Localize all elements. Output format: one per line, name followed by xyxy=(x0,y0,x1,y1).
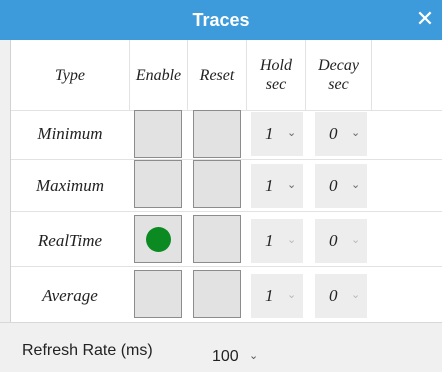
decay-dropdown-realtime[interactable]: 0 ⌄ xyxy=(315,219,367,263)
chevron-down-icon: ⌄ xyxy=(287,288,297,301)
enable-checkbox-minimum[interactable] xyxy=(134,110,182,158)
left-gutter xyxy=(0,40,11,322)
chevron-down-icon: ⌄ xyxy=(351,178,361,191)
enable-checkbox-realtime[interactable] xyxy=(134,215,182,263)
decay-value: 0 xyxy=(329,286,338,305)
row-label-minimum: Minimum xyxy=(37,124,103,143)
chevron-down-icon: ⌄ xyxy=(287,233,297,246)
chevron-down-icon: ⌄ xyxy=(287,178,297,191)
reset-checkbox-minimum[interactable] xyxy=(193,110,241,158)
header-divider xyxy=(129,40,130,110)
reset-checkbox-realtime[interactable] xyxy=(193,215,241,263)
header-hold: Hold sec xyxy=(247,40,305,110)
row-divider xyxy=(11,211,442,212)
header-reset: Reset xyxy=(199,66,235,84)
decay-value: 0 xyxy=(329,176,338,195)
enable-checkbox-average[interactable] xyxy=(134,270,182,318)
header-divider xyxy=(371,40,372,110)
row-divider xyxy=(11,266,442,267)
reset-checkbox-average[interactable] xyxy=(193,270,241,318)
window-title: Traces xyxy=(192,10,250,30)
decay-dropdown-maximum[interactable]: 0 ⌄ xyxy=(315,164,367,208)
traces-table: Type Enable Reset Hold sec Decay sec Min… xyxy=(11,40,442,322)
chevron-down-icon: ⌄ xyxy=(351,126,361,139)
refresh-rate-label: Refresh Rate (ms) xyxy=(22,342,153,359)
hold-dropdown-minimum[interactable]: 1 ⌄ xyxy=(251,112,303,156)
decay-dropdown-minimum[interactable]: 0 ⌄ xyxy=(315,112,367,156)
footer-bar: Refresh Rate (ms) 100 ⌄ xyxy=(0,322,442,372)
chevron-down-icon: ⌄ xyxy=(287,126,297,139)
hold-value: 1 xyxy=(265,124,274,143)
header-decay-line2: sec xyxy=(328,76,349,93)
close-icon[interactable]: ✕ xyxy=(408,0,442,40)
chevron-down-icon: ⌄ xyxy=(351,288,361,301)
header-divider xyxy=(187,40,188,110)
header-decay: Decay sec xyxy=(306,40,371,110)
decay-dropdown-average[interactable]: 0 ⌄ xyxy=(315,274,367,318)
enable-checkbox-maximum[interactable] xyxy=(134,160,182,208)
hold-dropdown-maximum[interactable]: 1 ⌄ xyxy=(251,164,303,208)
chevron-down-icon: ⌄ xyxy=(351,233,361,246)
reset-checkbox-maximum[interactable] xyxy=(193,160,241,208)
header-enable: Enable xyxy=(135,66,182,84)
header-type: Type xyxy=(55,66,85,84)
hold-value: 1 xyxy=(265,286,274,305)
chevron-down-icon: ⌄ xyxy=(249,349,259,362)
hold-dropdown-average[interactable]: 1 ⌄ xyxy=(251,274,303,318)
decay-value: 0 xyxy=(329,231,338,250)
row-label-realtime: RealTime xyxy=(37,231,103,250)
row-label-average: Average xyxy=(42,286,98,305)
decay-value: 0 xyxy=(329,124,338,143)
header-divider xyxy=(305,40,306,110)
header-divider xyxy=(246,40,247,110)
header-hold-line2: sec xyxy=(265,76,287,93)
header-decay-line1: Decay xyxy=(318,57,359,74)
row-label-maximum: Maximum xyxy=(36,176,104,195)
title-bar: Traces ✕ xyxy=(0,0,442,40)
hold-value: 1 xyxy=(265,176,274,195)
refresh-rate-dropdown[interactable]: 100 ⌄ xyxy=(205,335,265,371)
hold-dropdown-realtime[interactable]: 1 ⌄ xyxy=(251,219,303,263)
hold-value: 1 xyxy=(265,231,274,250)
header-hold-line1: Hold xyxy=(260,57,292,74)
traces-window: Traces ✕ Type Enable Reset Hold sec Deca… xyxy=(0,0,442,372)
enabled-indicator xyxy=(146,227,171,252)
refresh-rate-value: 100 xyxy=(212,348,239,365)
